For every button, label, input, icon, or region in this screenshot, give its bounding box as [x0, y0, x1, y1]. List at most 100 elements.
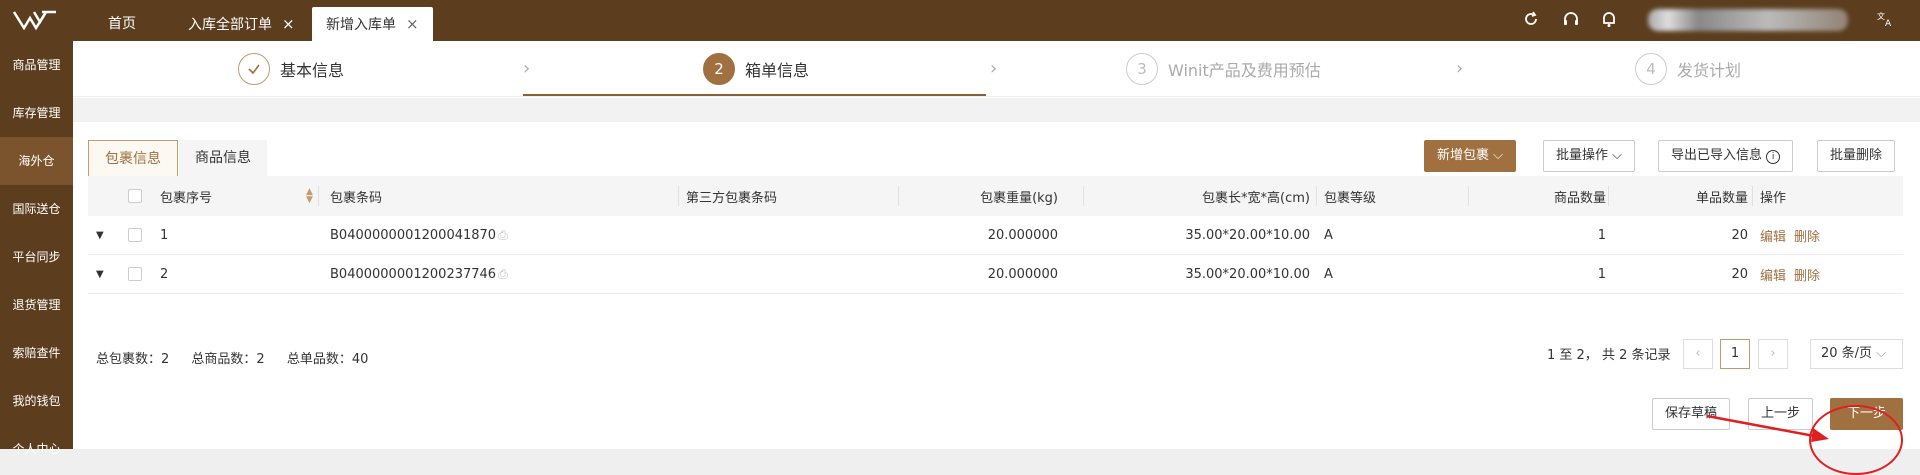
header-dims: 包裹长*宽*高(cm) — [1088, 176, 1310, 216]
cell-goods-qty: 1 — [1597, 227, 1606, 243]
sidebar-item-label: 退货管理 — [12, 298, 61, 312]
button-label: 批量删除 — [1830, 148, 1883, 163]
cell-unit-qty: 20 — [1731, 227, 1748, 243]
batch-operations-button[interactable]: 批量操作 ⌵ — [1543, 140, 1636, 172]
batch-delete-button[interactable]: 批量删除 — [1817, 140, 1896, 172]
header-label: 包裹长*宽*高(cm) — [1202, 190, 1310, 206]
check-icon — [238, 53, 270, 85]
cell-weight: 20.000000 — [987, 266, 1058, 282]
button-label: 批量操作 — [1556, 148, 1609, 163]
print-icon[interactable]: ⎙ — [498, 228, 508, 243]
select-all-checkbox[interactable] — [128, 176, 142, 216]
export-imported-button[interactable]: 导出已导入信息 i — [1658, 140, 1794, 172]
header-grade: 包裹等级 — [1324, 176, 1376, 216]
headset-icon[interactable] — [1562, 10, 1580, 28]
cell-grade: A — [1324, 266, 1333, 282]
sidebar-item-personal-center[interactable]: 个人中心 — [0, 425, 73, 473]
row-checkbox[interactable] — [128, 255, 142, 293]
step-basic-info[interactable]: 基本信息 — [238, 53, 344, 85]
step-shipping-plan[interactable]: 4 发货计划 — [1635, 53, 1741, 85]
cell-dims: 35.00*20.00*10.00 — [1185, 227, 1310, 243]
language-icon[interactable]: 文 A — [1876, 10, 1896, 28]
header-weight: 包裹重量(kg) — [898, 176, 1058, 216]
header-seq[interactable]: 包裹序号 — [160, 176, 212, 216]
delete-link[interactable]: 删除 — [1794, 265, 1820, 284]
edit-link[interactable]: 编辑 — [1760, 226, 1786, 245]
add-package-button[interactable]: 新增包裹 ⌵ — [1424, 140, 1517, 172]
button-label: 新增包裹 — [1437, 148, 1490, 163]
refresh-icon[interactable] — [1522, 10, 1540, 28]
subtab-label: 商品信息 — [195, 150, 251, 166]
tab-goods-info[interactable]: 商品信息 — [179, 140, 267, 176]
sidebar-item-inventory[interactable]: 库存管理 — [0, 89, 73, 137]
header-label: 单品数量 — [1695, 190, 1748, 206]
header-barcode: 包裹条码 — [330, 176, 382, 216]
sidebar-item-label: 平台同步 — [12, 250, 61, 264]
page-number-current[interactable]: 1 — [1720, 339, 1750, 369]
sidebar-item-goods[interactable]: 商品管理 — [0, 41, 73, 89]
chevron-right-icon: › — [990, 58, 998, 79]
sidebar-item-intl-delivery[interactable]: 国际送仓 — [0, 185, 73, 233]
total-goods: 总商品数：2 — [191, 352, 265, 367]
section-gap — [73, 98, 1920, 122]
close-icon[interactable]: × — [406, 15, 419, 33]
step-label: 发货计划 — [1677, 61, 1742, 80]
cell-weight: 20.000000 — [987, 227, 1058, 243]
header-unit-qty: 单品数量 — [1608, 176, 1748, 216]
svg-text:文: 文 — [1877, 11, 1885, 21]
step-bar: 基本信息 › 2 箱单信息 › 3 Winit产品及费用预估 › 4 发货计划 — [73, 41, 1920, 97]
sort-icon[interactable]: ▲ ▼ — [300, 176, 313, 216]
tab-new-inbound-order[interactable]: 新增入库单 × — [312, 7, 433, 41]
header-label: 商品数量 — [1553, 190, 1606, 206]
step-label: 基本信息 — [280, 61, 345, 80]
tab-all-inbound-orders[interactable]: 入库全部订单 × — [188, 7, 295, 41]
header-third-barcode: 第三方包裹条码 — [686, 176, 777, 216]
sidebar-item-label: 库存管理 — [12, 106, 61, 120]
brand-logo[interactable] — [12, 9, 58, 31]
package-card: 包裹信息 商品信息 新增包裹 ⌵ 批量操作 ⌵ 导出已导入信息 i 批量删除 包… — [73, 122, 1920, 475]
expand-row-icon[interactable]: ▼ — [96, 216, 104, 254]
cell-unit-qty: 20 — [1731, 266, 1748, 282]
sidebar-item-label: 国际送仓 — [12, 202, 61, 216]
page-size-select[interactable]: 20 条/页 ⌵ — [1810, 339, 1903, 369]
delete-link[interactable]: 删除 — [1794, 226, 1820, 245]
pagination-range: 1 至 2， 共 2 条记录 — [1547, 347, 1671, 363]
sidebar-item-wallet[interactable]: 我的钱包 — [0, 377, 73, 425]
sidebar-item-returns[interactable]: 退货管理 — [0, 281, 73, 329]
next-page-button[interactable]: › — [1758, 339, 1788, 369]
step-label: 箱单信息 — [745, 61, 810, 80]
tab-package-info[interactable]: 包裹信息 — [88, 140, 178, 176]
chevron-right-icon: › — [523, 58, 531, 79]
tab-home[interactable]: 首页 — [108, 7, 136, 41]
step-number: 2 — [703, 53, 735, 85]
step-winit-product[interactable]: 3 Winit产品及费用预估 — [1126, 53, 1321, 85]
sidebar-item-claims[interactable]: 索赔查件 — [0, 329, 73, 377]
header-label: 操作 — [1760, 190, 1787, 206]
edit-link[interactable]: 编辑 — [1760, 265, 1786, 284]
step-number: 4 — [1635, 53, 1667, 85]
close-icon[interactable]: × — [282, 15, 295, 33]
sidebar-item-label: 商品管理 — [12, 58, 61, 72]
step-packing-list[interactable]: 2 箱单信息 — [703, 53, 809, 85]
header-goods-qty: 商品数量 — [1468, 176, 1606, 216]
bell-icon[interactable] — [1600, 10, 1618, 28]
user-info-blurred[interactable] — [1648, 9, 1848, 31]
main-content: 基本信息 › 2 箱单信息 › 3 Winit产品及费用预估 › 4 发货计划 … — [73, 41, 1920, 475]
cell-dims: 35.00*20.00*10.00 — [1185, 266, 1310, 282]
row-checkbox[interactable] — [128, 216, 142, 254]
total-units: 总单品数：40 — [286, 352, 369, 367]
expand-row-icon[interactable]: ▼ — [96, 255, 104, 293]
header-label: 包裹等级 — [1324, 190, 1377, 206]
totals-summary: 总包裹数：2 总商品数：2 总单品数：40 — [96, 348, 386, 367]
cell-barcode: B0400000001200041870 ⎙ — [330, 227, 508, 243]
cell-seq: 2 — [160, 266, 169, 282]
sidebar-item-label: 索赔查件 — [12, 346, 61, 360]
cell-ops: 编辑 删除 — [1760, 216, 1828, 254]
print-icon[interactable]: ⎙ — [498, 267, 508, 282]
cell-barcode: B0400000001200237746 ⎙ — [330, 266, 508, 282]
top-bar: 首页 入库全部订单 × 新增入库单 × 文 A — [0, 0, 1920, 41]
prev-page-button[interactable]: ‹ — [1683, 339, 1713, 369]
sidebar-item-overseas-warehouse[interactable]: 海外仓 — [0, 137, 73, 185]
sidebar-item-platform-sync[interactable]: 平台同步 — [0, 233, 73, 281]
subtab-label: 包裹信息 — [105, 151, 161, 167]
